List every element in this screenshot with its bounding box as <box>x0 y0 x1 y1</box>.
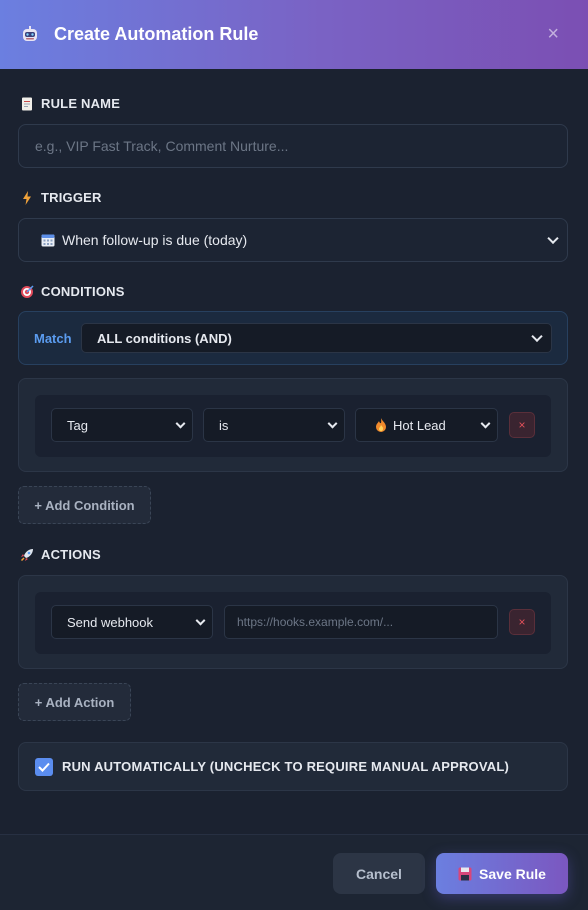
auto-run-checkbox[interactable] <box>35 757 53 776</box>
actions-group: Send webhook https://hooks.example.com/.… <box>18 575 568 669</box>
add-action-button[interactable]: + Add Action <box>18 683 131 721</box>
conditions-group: Tag is Hot Lead × <box>18 378 568 472</box>
modal-title: Create Automation Rule <box>54 24 259 44</box>
trigger-label-text: TRIGGER <box>41 190 102 205</box>
rule-name-placeholder: e.g., VIP Fast Track, Comment Nurture... <box>35 138 289 154</box>
rule-name-label-text: RULE NAME <box>41 96 121 111</box>
condition-operator-select[interactable]: is <box>203 408 345 442</box>
webhook-url-input[interactable]: https://hooks.example.com/... <box>224 605 498 639</box>
trigger-select[interactable]: When follow-up is due (today) <box>18 218 568 262</box>
condition-operator-value: is <box>219 417 229 433</box>
chevron-down-icon <box>195 615 206 626</box>
target-icon <box>20 284 34 299</box>
match-label: Match <box>34 331 72 346</box>
checkmark-icon <box>38 762 50 772</box>
modal-footer: Cancel Save Rule <box>0 834 588 910</box>
lightning-icon <box>20 190 34 205</box>
chevron-down-icon <box>175 418 186 429</box>
condition-field-select[interactable]: Tag <box>51 408 193 442</box>
trigger-label: TRIGGER <box>20 190 102 205</box>
actions-label-text: ACTIONS <box>41 547 101 562</box>
action-type-value: Send webhook <box>67 614 154 630</box>
chevron-down-icon <box>531 330 543 343</box>
floppy-disk-icon <box>458 867 472 881</box>
modal-header: Create Automation Rule × <box>0 0 588 69</box>
rule-name-label: RULE NAME <box>20 96 120 111</box>
add-condition-button[interactable]: + Add Condition <box>18 486 151 524</box>
remove-action-button[interactable]: × <box>509 609 535 635</box>
save-rule-label: Save Rule <box>479 865 546 882</box>
conditions-label-text: CONDITIONS <box>41 284 125 299</box>
close-icon[interactable]: × <box>547 24 559 44</box>
document-icon <box>20 97 34 111</box>
match-mode-box: Match ALL conditions (AND) <box>18 311 568 365</box>
calendar-icon <box>41 233 55 247</box>
chevron-down-icon <box>480 418 491 429</box>
rule-name-input[interactable]: e.g., VIP Fast Track, Comment Nurture... <box>18 124 568 168</box>
robot-icon <box>20 25 40 45</box>
remove-condition-button[interactable]: × <box>509 412 535 438</box>
action-type-select[interactable]: Send webhook <box>51 605 213 639</box>
chevron-down-icon <box>547 232 559 245</box>
action-row: Send webhook https://hooks.example.com/.… <box>35 592 551 654</box>
condition-row: Tag is Hot Lead × <box>35 395 551 457</box>
create-automation-rule-modal: Create Automation Rule × RULE NAME e.g.,… <box>0 0 588 910</box>
condition-field-value: Tag <box>67 417 88 433</box>
auto-run-label: RUN AUTOMATICALLY (UNCHECK TO REQUIRE MA… <box>62 759 510 774</box>
save-rule-button[interactable]: Save Rule <box>436 853 568 894</box>
trigger-selected-value: When follow-up is due (today) <box>62 232 248 248</box>
conditions-label: CONDITIONS <box>20 284 125 299</box>
chevron-down-icon <box>327 418 338 429</box>
fire-icon <box>375 418 387 432</box>
cancel-button[interactable]: Cancel <box>333 853 425 894</box>
auto-run-box: RUN AUTOMATICALLY (UNCHECK TO REQUIRE MA… <box>18 742 568 791</box>
condition-value-select[interactable]: Hot Lead <box>355 408 498 442</box>
condition-value-text: Hot Lead <box>393 417 446 433</box>
webhook-url-placeholder: https://hooks.example.com/... <box>237 615 394 629</box>
match-select[interactable]: ALL conditions (AND) <box>81 323 552 353</box>
match-selected-value: ALL conditions (AND) <box>97 330 232 346</box>
actions-label: ACTIONS <box>20 547 101 562</box>
rocket-icon <box>20 548 34 562</box>
